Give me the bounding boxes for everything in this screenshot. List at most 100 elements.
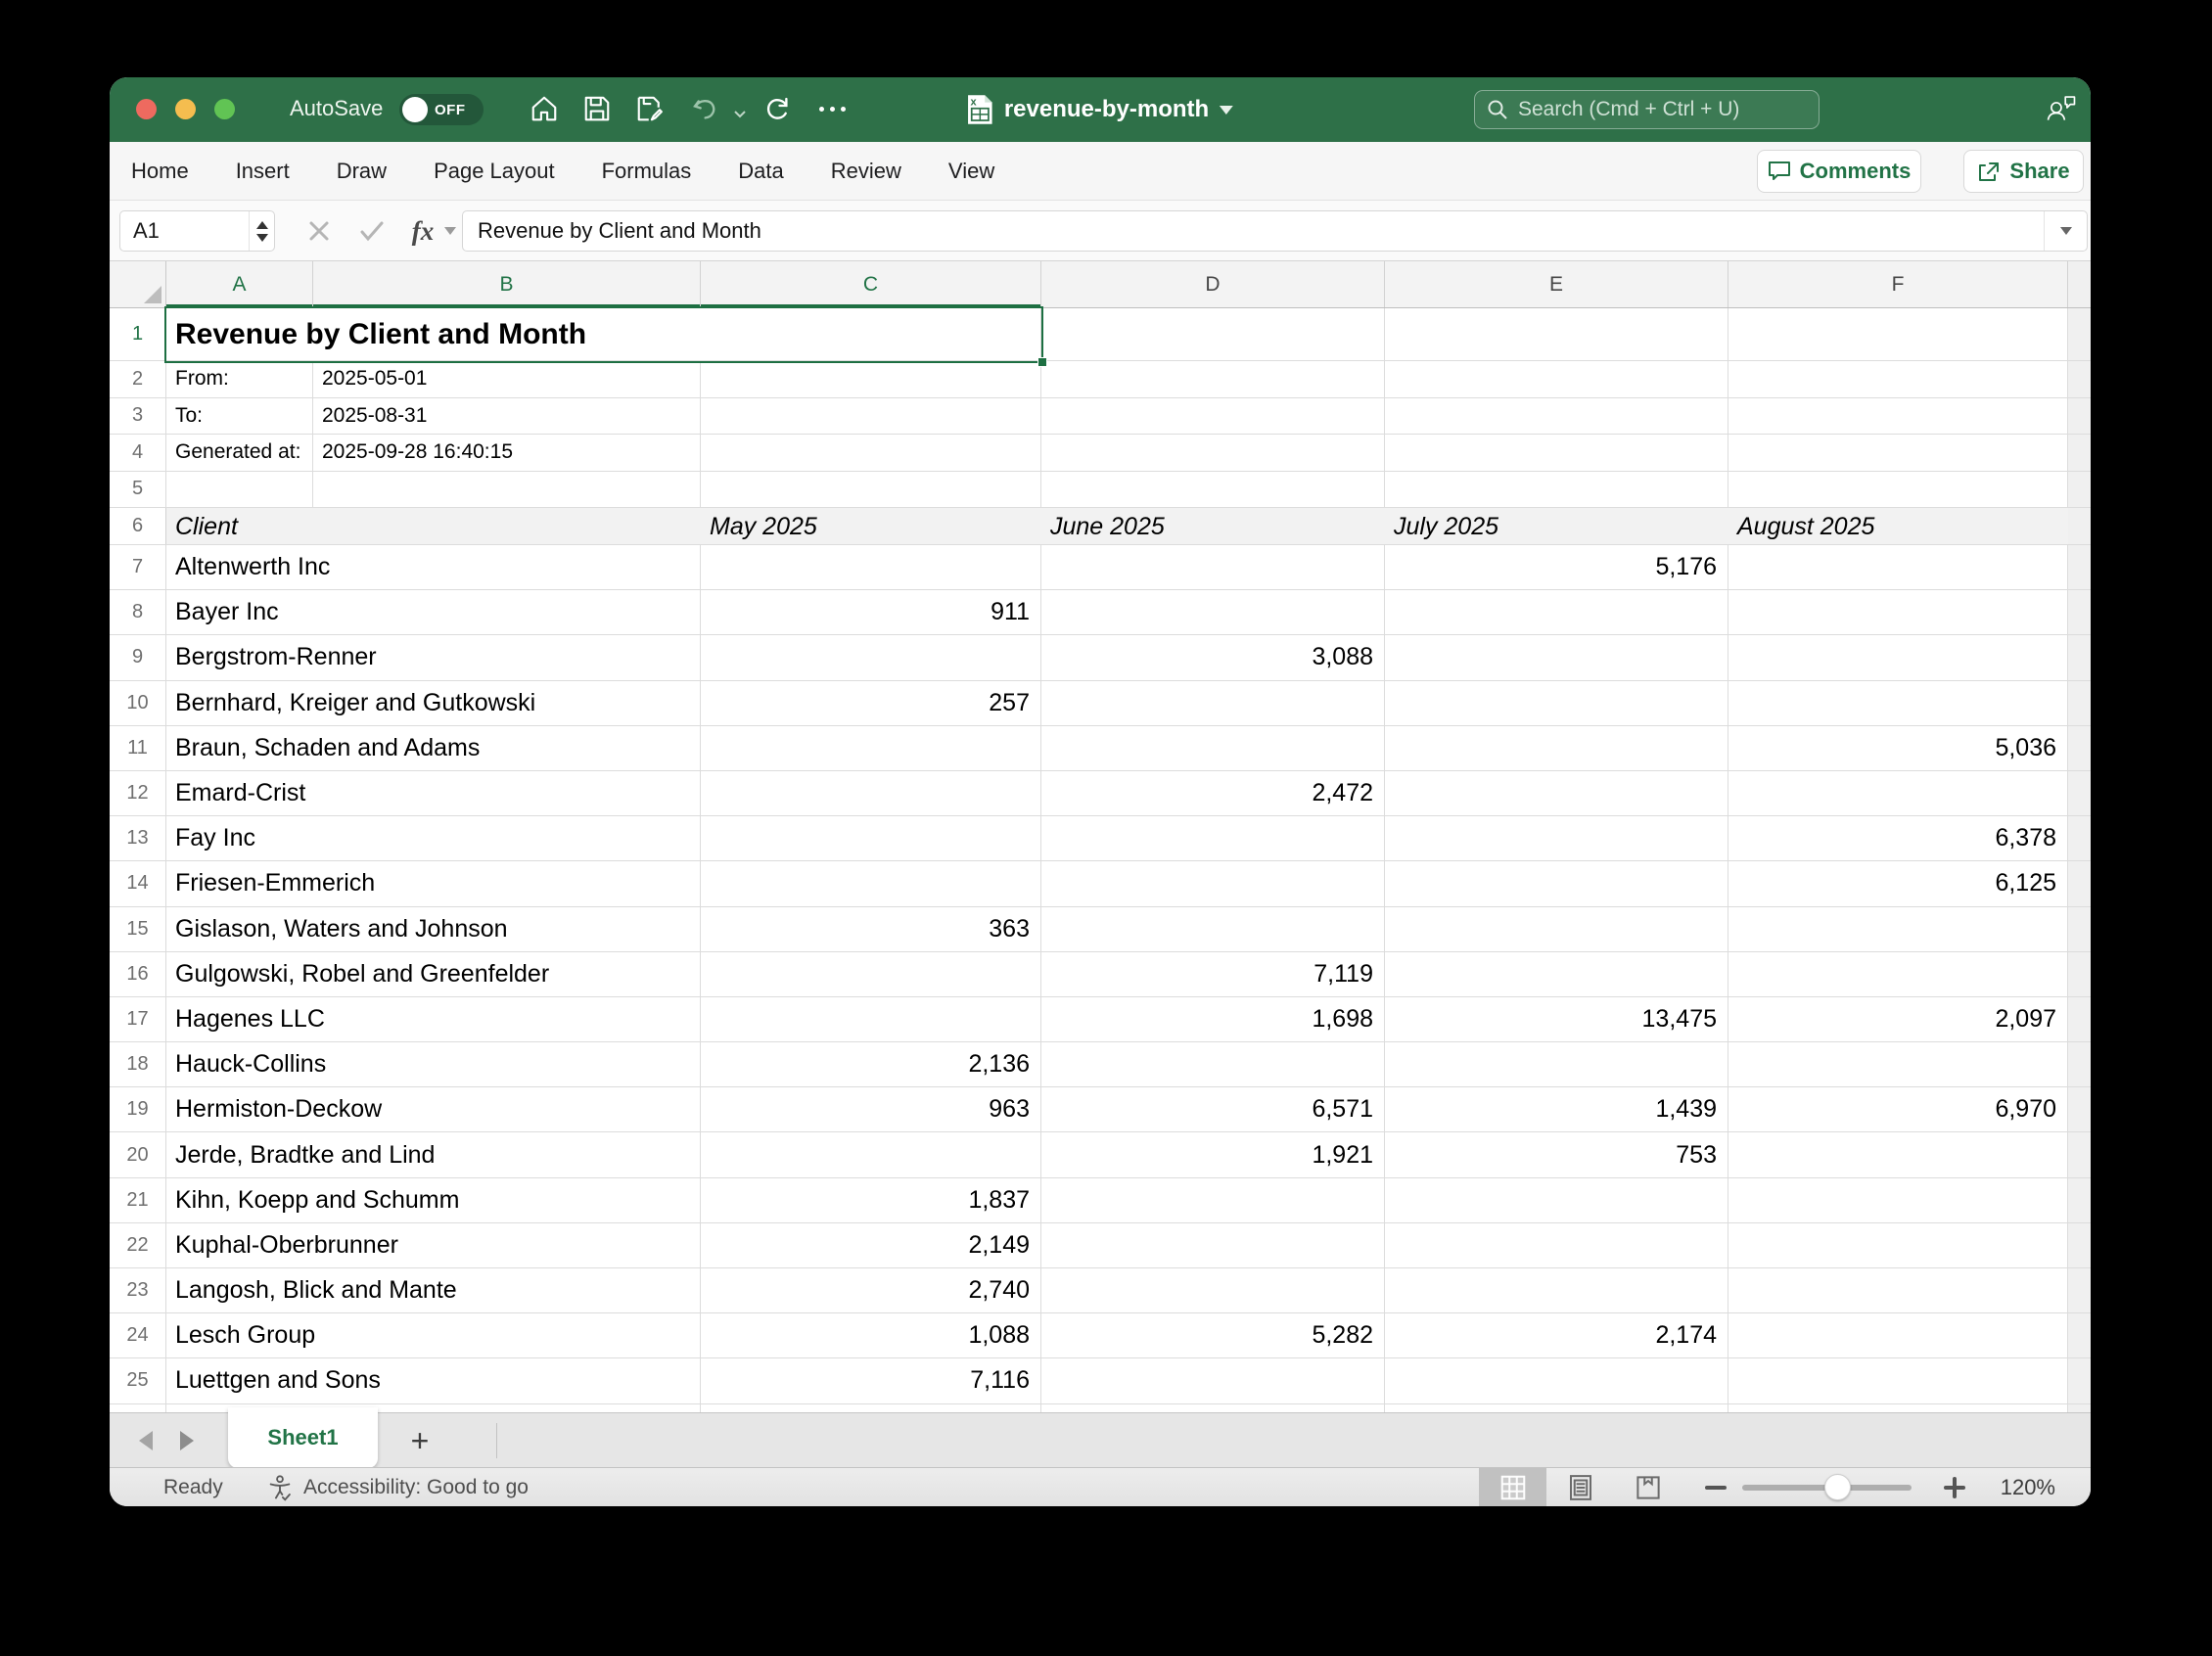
may-value-cell[interactable]: 2,740: [701, 1268, 1041, 1312]
row-header[interactable]: 21: [110, 1178, 166, 1222]
june-value-cell[interactable]: 6,571: [1041, 1087, 1385, 1131]
august-value-cell[interactable]: [1728, 1042, 2068, 1086]
row-header[interactable]: 23: [110, 1268, 166, 1312]
row-header[interactable]: 11: [110, 726, 166, 770]
july-value-cell[interactable]: 5,176: [1385, 545, 1728, 589]
sheet-tab-sheet1[interactable]: Sheet1: [228, 1407, 378, 1468]
cell[interactable]: [701, 472, 1041, 508]
tab-formulas[interactable]: Formulas: [602, 159, 692, 184]
client-name-cell[interactable]: Altenwerth Inc: [166, 545, 701, 589]
cell[interactable]: [701, 398, 1041, 435]
row-header-5[interactable]: 5: [110, 472, 166, 508]
client-name-cell[interactable]: Fay Inc: [166, 816, 701, 860]
minimize-window-button[interactable]: [175, 99, 196, 119]
june-value-cell[interactable]: 1,921: [1041, 1132, 1385, 1176]
cell[interactable]: [1041, 472, 1385, 508]
august-value-cell[interactable]: [1728, 952, 2068, 996]
client-name-cell[interactable]: Hagenes LLC: [166, 997, 701, 1041]
june-value-cell[interactable]: [1041, 681, 1385, 725]
june-value-cell[interactable]: [1041, 1358, 1385, 1403]
client-name-cell[interactable]: Kuphal-Oberbrunner: [166, 1223, 701, 1267]
column-header-a[interactable]: A: [166, 261, 313, 307]
cell[interactable]: [1385, 308, 1728, 360]
cell[interactable]: [1728, 435, 2068, 471]
column-header-c[interactable]: C: [701, 261, 1041, 307]
august-value-cell[interactable]: 6,125: [1728, 861, 2068, 905]
more-commands-icon[interactable]: [816, 93, 848, 124]
august-value-cell[interactable]: [1728, 1358, 2068, 1403]
meta-value-cell[interactable]: 2025-05-01: [313, 361, 701, 397]
insert-function-icon[interactable]: fx: [403, 210, 442, 252]
client-name-cell[interactable]: Langosh, Blick and Mante: [166, 1268, 701, 1312]
may-value-cell[interactable]: 911: [701, 590, 1041, 634]
meta-value-cell[interactable]: 2025-09-28 16:40:15: [313, 435, 701, 471]
close-window-button[interactable]: [136, 99, 157, 119]
cell[interactable]: [1385, 435, 1728, 471]
tab-draw[interactable]: Draw: [337, 159, 387, 184]
june-value-cell[interactable]: [1041, 861, 1385, 905]
search-input[interactable]: Search (Cmd + Ctrl + U): [1474, 90, 1820, 129]
page-layout-view-button[interactable]: [1546, 1468, 1614, 1506]
client-name-cell[interactable]: Bernhard, Kreiger and Gutkowski: [166, 681, 701, 725]
cell[interactable]: [313, 472, 701, 508]
add-sheet-button[interactable]: +: [400, 1413, 439, 1468]
june-value-cell[interactable]: 7,119: [1041, 952, 1385, 996]
july-value-cell[interactable]: [1385, 590, 1728, 634]
name-box[interactable]: A1: [119, 210, 275, 252]
function-chevron-icon[interactable]: [440, 210, 460, 252]
row-header[interactable]: 9: [110, 635, 166, 679]
row-header[interactable]: 22: [110, 1223, 166, 1267]
client-name-cell[interactable]: Lesch Group: [166, 1313, 701, 1357]
july-value-cell[interactable]: [1385, 861, 1728, 905]
july-value-cell[interactable]: [1385, 635, 1728, 679]
normal-view-button[interactable]: [1479, 1468, 1546, 1506]
may-value-cell[interactable]: [701, 545, 1041, 589]
row-header-1[interactable]: 1: [110, 308, 166, 360]
july-value-cell[interactable]: [1385, 1223, 1728, 1267]
select-all-corner[interactable]: [110, 261, 166, 307]
client-name-cell[interactable]: Braun, Schaden and Adams: [166, 726, 701, 770]
row-header[interactable]: 20: [110, 1132, 166, 1176]
row-header[interactable]: 13: [110, 816, 166, 860]
cell[interactable]: [1728, 308, 2068, 360]
may-value-cell[interactable]: [701, 771, 1041, 815]
row-header[interactable]: 24: [110, 1313, 166, 1357]
june-value-cell[interactable]: 5,282: [1041, 1313, 1385, 1357]
august-value-cell[interactable]: [1728, 907, 2068, 951]
zoom-slider-thumb[interactable]: [1824, 1474, 1851, 1500]
share-people-icon[interactable]: [2046, 92, 2077, 123]
row-header[interactable]: 15: [110, 907, 166, 951]
august-value-cell[interactable]: [1728, 771, 2068, 815]
page-break-view-button[interactable]: [1614, 1468, 1682, 1506]
august-value-cell[interactable]: 5,036: [1728, 726, 2068, 770]
column-header-d[interactable]: D: [1041, 261, 1385, 307]
may-value-cell[interactable]: 2,136: [701, 1042, 1041, 1086]
may-value-cell[interactable]: 7,116: [701, 1358, 1041, 1403]
client-name-cell[interactable]: Gulgowski, Robel and Greenfelder: [166, 952, 701, 996]
meta-label-cell[interactable]: Generated at:: [166, 435, 313, 471]
august-value-cell[interactable]: [1728, 1268, 2068, 1312]
august-value-cell[interactable]: 2,097: [1728, 997, 2068, 1041]
may-value-cell[interactable]: [701, 952, 1041, 996]
comments-button[interactable]: Comments: [1757, 150, 1921, 193]
row-header[interactable]: 3: [110, 398, 166, 435]
august-value-cell[interactable]: [1728, 1132, 2068, 1176]
row-header[interactable]: 19: [110, 1087, 166, 1131]
row-header[interactable]: 10: [110, 681, 166, 725]
cell[interactable]: [1041, 435, 1385, 471]
august-value-cell[interactable]: [1728, 635, 2068, 679]
july-value-cell[interactable]: 2,174: [1385, 1313, 1728, 1357]
july-value-cell[interactable]: 13,475: [1385, 997, 1728, 1041]
june-value-cell[interactable]: 3,088: [1041, 635, 1385, 679]
row-header[interactable]: 14: [110, 861, 166, 905]
client-name-cell[interactable]: Bergstrom-Renner: [166, 635, 701, 679]
tab-home[interactable]: Home: [131, 159, 189, 184]
row-header[interactable]: 2: [110, 361, 166, 397]
june-value-cell[interactable]: [1041, 1178, 1385, 1222]
august-value-cell[interactable]: [1728, 1178, 2068, 1222]
june-value-cell[interactable]: 1,698: [1041, 997, 1385, 1041]
row-header[interactable]: 25: [110, 1358, 166, 1403]
cell[interactable]: [1728, 472, 2068, 508]
august-value-cell[interactable]: 6,378: [1728, 816, 2068, 860]
july-value-cell[interactable]: [1385, 726, 1728, 770]
